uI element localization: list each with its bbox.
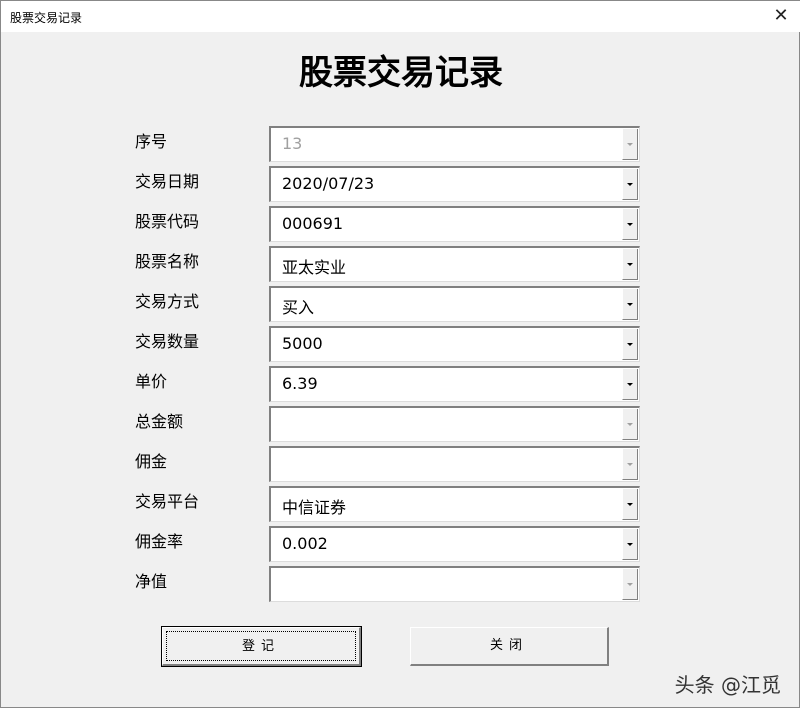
- chevron-down-icon: [622, 409, 638, 440]
- field-label: 总金额: [135, 408, 183, 432]
- field-value: 0.002: [282, 534, 328, 553]
- field-value: 买入: [282, 294, 314, 318]
- chevron-down-icon[interactable]: [622, 209, 638, 240]
- watermark: 头条 @江觅: [675, 669, 781, 698]
- field-combobox[interactable]: 中信证券: [269, 486, 640, 522]
- field-combobox[interactable]: 6.39: [269, 366, 640, 402]
- page-title: 股票交易记录: [1, 45, 800, 94]
- form-row: 交易数量 5000: [1, 326, 800, 362]
- form-row: 交易平台 中信证券: [1, 486, 800, 522]
- chevron-down-icon[interactable]: [622, 329, 638, 360]
- field-value: 13: [282, 134, 302, 153]
- register-button[interactable]: 登记: [162, 627, 361, 666]
- field-value: 亚太实业: [282, 254, 346, 278]
- field-label: 单价: [135, 368, 167, 392]
- chevron-down-icon[interactable]: [622, 289, 638, 320]
- field-combobox: [269, 406, 640, 442]
- chevron-down-icon[interactable]: [622, 249, 638, 280]
- chevron-down-icon: [622, 129, 638, 160]
- field-value: 2020/07/23: [282, 174, 374, 193]
- chevron-down-icon: [622, 569, 638, 600]
- field-label: 股票代码: [135, 208, 199, 232]
- close-icon[interactable]: ✕: [769, 5, 793, 26]
- field-label: 净值: [135, 568, 167, 592]
- register-button-label: 登记: [166, 631, 356, 661]
- field-label: 交易方式: [135, 288, 199, 312]
- form-row: 单价 6.39: [1, 366, 800, 402]
- form-row: 佣金率 0.002: [1, 526, 800, 562]
- field-label: 股票名称: [135, 248, 199, 272]
- close-button[interactable]: 关闭: [410, 627, 609, 666]
- field-label: 序号: [135, 128, 167, 152]
- field-value: 6.39: [282, 374, 318, 393]
- field-combobox: [269, 446, 640, 482]
- field-combobox: 13: [269, 126, 640, 162]
- title-bar: 股票交易记录 ✕: [1, 1, 800, 32]
- form-row: 股票代码 000691: [1, 206, 800, 242]
- field-value: 000691: [282, 214, 343, 233]
- chevron-down-icon[interactable]: [622, 369, 638, 400]
- chevron-down-icon: [622, 449, 638, 480]
- form-row: 总金额: [1, 406, 800, 442]
- form-row: 序号 13: [1, 126, 800, 162]
- field-combobox[interactable]: 000691: [269, 206, 640, 242]
- chevron-down-icon[interactable]: [622, 489, 638, 520]
- form-row: 净值: [1, 566, 800, 602]
- field-label: 佣金: [135, 448, 167, 472]
- field-label: 交易平台: [135, 488, 199, 512]
- form-row: 佣金: [1, 446, 800, 482]
- form-row: 交易方式 买入: [1, 286, 800, 322]
- field-combobox: [269, 566, 640, 602]
- form-row: 交易日期 2020/07/23: [1, 166, 800, 202]
- field-combobox[interactable]: 0.002: [269, 526, 640, 562]
- field-label: 交易数量: [135, 328, 199, 352]
- field-value: 5000: [282, 334, 323, 353]
- field-combobox[interactable]: 2020/07/23: [269, 166, 640, 202]
- field-combobox[interactable]: 亚太实业: [269, 246, 640, 282]
- window-title: 股票交易记录: [10, 9, 82, 26]
- field-label: 佣金率: [135, 528, 183, 552]
- field-label: 交易日期: [135, 168, 199, 192]
- field-combobox[interactable]: 买入: [269, 286, 640, 322]
- field-value: 中信证券: [282, 494, 346, 518]
- field-combobox[interactable]: 5000: [269, 326, 640, 362]
- chevron-down-icon[interactable]: [622, 529, 638, 560]
- form-row: 股票名称 亚太实业: [1, 246, 800, 282]
- chevron-down-icon[interactable]: [622, 169, 638, 200]
